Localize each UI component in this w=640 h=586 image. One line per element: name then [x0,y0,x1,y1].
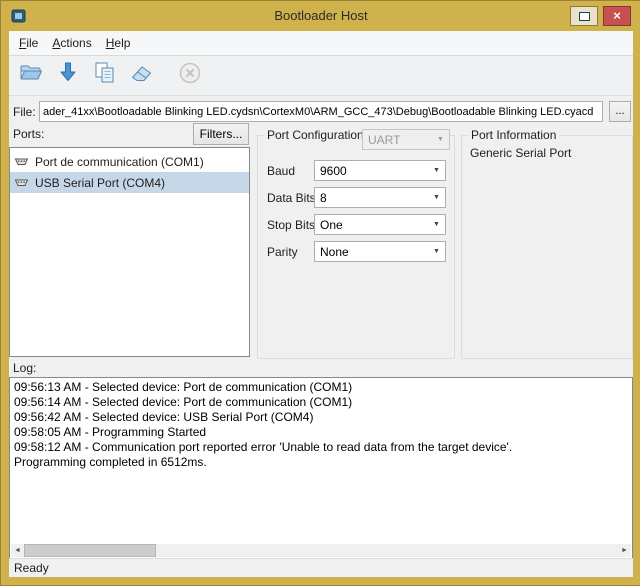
stop-bits-select[interactable]: One ▼ [314,214,446,235]
data-bits-select[interactable]: 8 ▼ [314,187,446,208]
scroll-left-button[interactable]: ◄ [11,544,24,557]
log-line: 09:58:12 AM - Communication port reporte… [14,440,629,455]
port-configuration-group: Port Configuration UART ▼ Baud 9600 ▼ Da… [257,135,455,359]
baud-value: 9600 [320,164,347,178]
stop-bits-label: Stop Bits [267,218,315,232]
close-button[interactable]: × [603,6,631,26]
chevron-down-icon: ▼ [429,243,444,260]
port-configuration-title: Port Configuration [264,128,367,142]
program-button[interactable] [51,59,85,93]
menubar: File Actions Help [9,31,633,56]
abort-button[interactable] [173,59,207,93]
ports-label: Ports: [13,127,44,141]
stop-icon [177,60,203,91]
port-information-title: Port Information [468,128,559,142]
baud-row: Baud 9600 ▼ [258,160,454,181]
protocol-value: UART [368,133,400,147]
menu-file[interactable]: File [12,32,45,54]
minimize-button[interactable] [570,6,598,26]
verify-button[interactable] [88,59,122,93]
chevron-down-icon: ▼ [429,162,444,179]
log-line: Programming completed in 6512ms. [14,455,629,470]
serial-port-icon [14,177,29,189]
chevron-down-icon: ▼ [433,131,448,148]
port-item-com1[interactable]: Port de communication (COM1) [10,151,249,172]
chevron-down-icon: ▼ [429,189,444,206]
port-information-group: Port Information Generic Serial Port [461,135,633,359]
menu-actions[interactable]: Actions [45,32,98,54]
browse-button[interactable]: ... [609,101,631,122]
window-content: File Actions Help [9,31,633,577]
folder-open-icon [18,60,44,91]
eraser-icon [129,60,155,91]
stop-bits-value: One [320,218,343,232]
open-file-button[interactable] [14,59,48,93]
file-label: File: [13,105,36,119]
log-line: 09:56:14 AM - Selected device: Port de c… [14,395,629,410]
parity-select[interactable]: None ▼ [314,241,446,262]
baud-label: Baud [267,164,295,178]
minimize-icon [579,12,590,21]
log-lines: 09:56:13 AM - Selected device: Port de c… [14,380,629,544]
log-line: 09:56:13 AM - Selected device: Port de c… [14,380,629,395]
window-title: Bootloader Host [1,8,640,23]
parity-row: Parity None ▼ [258,241,454,262]
chevron-down-icon: ▼ [429,216,444,233]
file-path-input[interactable] [39,101,603,122]
data-bits-value: 8 [320,191,327,205]
ports-list[interactable]: Port de communication (COM1) USB Serial … [9,147,250,357]
toolbar [9,56,633,96]
scroll-right-button[interactable]: ► [618,544,631,557]
download-arrow-icon [55,60,81,91]
port-item-label: Port de communication (COM1) [35,155,204,169]
menu-help[interactable]: Help [99,32,138,54]
port-item-label: USB Serial Port (COM4) [35,176,165,190]
log-horizontal-scrollbar[interactable]: ◄ ► [11,544,631,557]
stop-bits-row: Stop Bits One ▼ [258,214,454,235]
log-line: 09:56:42 AM - Selected device: USB Seria… [14,410,629,425]
copy-documents-icon [92,60,118,91]
scrollbar-thumb[interactable] [24,544,156,557]
protocol-select[interactable]: UART ▼ [362,129,450,150]
filters-button[interactable]: Filters... [193,123,249,145]
titlebar: Bootloader Host × [1,1,640,31]
serial-port-icon [14,156,29,168]
close-icon: × [613,8,621,24]
status-text: Ready [14,561,49,575]
data-bits-label: Data Bits [267,191,316,205]
statusbar: Ready [9,558,633,577]
parity-value: None [320,245,349,259]
caption-buttons: × [570,6,631,26]
log-line: 09:58:05 AM - Programming Started [14,425,629,440]
baud-select[interactable]: 9600 ▼ [314,160,446,181]
parity-label: Parity [267,245,298,259]
port-information-value: Generic Serial Port [470,146,571,160]
port-item-com4[interactable]: USB Serial Port (COM4) [10,172,249,193]
bootloader-host-window: Bootloader Host × File Actions Help [0,0,640,586]
log-output[interactable]: 09:56:13 AM - Selected device: Port de c… [9,377,633,559]
erase-button[interactable] [125,59,159,93]
log-label: Log: [13,361,36,375]
data-bits-row: Data Bits 8 ▼ [258,187,454,208]
